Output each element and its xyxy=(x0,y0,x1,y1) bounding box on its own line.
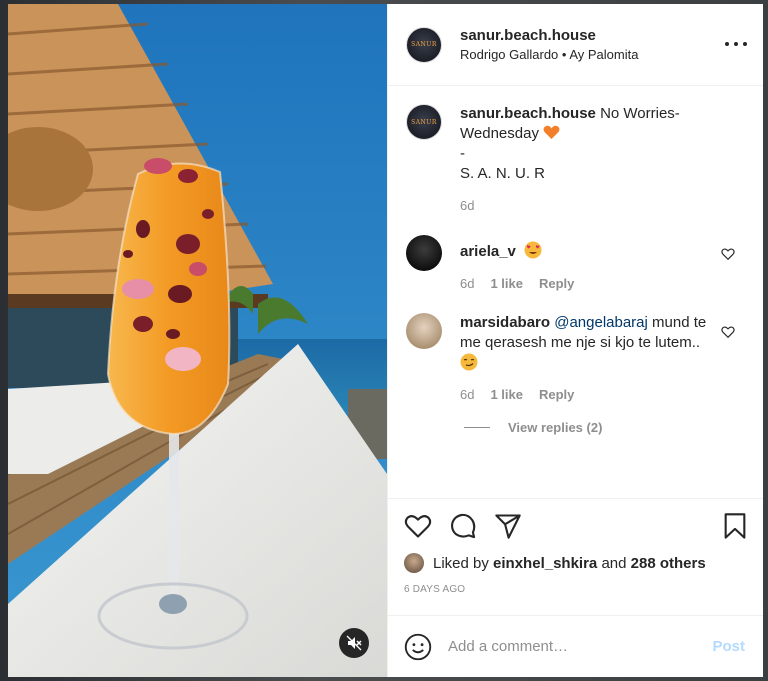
post-side-panel: SANUR sanur.beach.house Rodrigo Gallardo… xyxy=(387,4,763,677)
header-text: sanur.beach.house Rodrigo Gallardo • Ay … xyxy=(460,27,638,62)
caption-line3: S. A. N. U. R xyxy=(460,165,546,182)
comment-like-heart-icon[interactable] xyxy=(721,325,735,339)
post-button[interactable]: Post xyxy=(712,638,745,655)
comment-avatar[interactable] xyxy=(406,235,442,271)
mute-icon xyxy=(346,635,362,651)
comment-likes[interactable]: 1 like xyxy=(490,276,523,291)
comment-like-heart-icon[interactable] xyxy=(721,247,735,261)
avatar-logo: SANUR xyxy=(411,41,437,48)
heart-icon[interactable] xyxy=(404,512,432,540)
caption-author[interactable]: sanur.beach.house xyxy=(460,105,596,122)
heart-eyes-icon xyxy=(524,241,542,259)
smirk-icon xyxy=(460,353,478,371)
comment-time[interactable]: 6d xyxy=(460,276,474,291)
caption: SANUR sanur.beach.house No Worries-Wedne… xyxy=(406,104,745,213)
comment-likes[interactable]: 1 like xyxy=(490,387,523,402)
caption-text: sanur.beach.house No Worries-Wednesday -… xyxy=(460,104,745,184)
comment-item: marsidabaro @angelabaraj mund te me qera… xyxy=(406,313,745,402)
caption-line2: - xyxy=(460,145,465,162)
likes-others-button[interactable]: 288 others xyxy=(631,555,706,572)
comment-time[interactable]: 6d xyxy=(460,387,474,402)
likes-middle: and xyxy=(601,554,627,572)
liker-username[interactable]: einxhel_shkira xyxy=(493,555,597,572)
post-timestamp[interactable]: 6 DAYS AGO xyxy=(404,584,749,595)
comment-text: marsidabaro @angelabaraj mund te me qera… xyxy=(460,313,745,373)
post-modal: SANUR sanur.beach.house Rodrigo Gallardo… xyxy=(8,4,763,677)
view-replies-label: View replies (2) xyxy=(508,420,603,435)
orange-heart-icon xyxy=(543,125,560,139)
comment-text: ariela_v xyxy=(460,241,745,262)
share-icon[interactable] xyxy=(494,512,522,540)
caption-meta: 6d xyxy=(460,198,745,213)
more-options-button[interactable] xyxy=(725,34,747,54)
post-media[interactable] xyxy=(8,4,387,677)
view-replies-button[interactable]: View replies (2) xyxy=(464,420,745,435)
more-icon-dot xyxy=(734,42,738,46)
comment-meta: 6d 1 like Reply xyxy=(460,276,745,291)
bookmark-icon[interactable] xyxy=(721,512,749,540)
media-illustration xyxy=(8,4,387,677)
add-comment-bar: Post xyxy=(388,615,763,677)
emoji-icon[interactable] xyxy=(404,633,432,661)
caption-body: sanur.beach.house No Worries-Wednesday -… xyxy=(460,104,745,213)
reply-button[interactable]: Reply xyxy=(539,276,574,291)
post-actions: Liked by einxhel_shkira and 288 others 6… xyxy=(388,498,763,615)
comment-mention[interactable]: @angelabaraj xyxy=(554,314,648,331)
comment-input[interactable] xyxy=(448,638,713,655)
likes-prefix: Liked by xyxy=(433,554,489,572)
more-icon xyxy=(725,42,729,46)
comment-author[interactable]: ariela_v xyxy=(460,243,516,260)
comment-item: ariela_v 6d 1 like Reply xyxy=(406,235,745,291)
comment-icon[interactable] xyxy=(449,512,477,540)
comments-section: SANUR sanur.beach.house No Worries-Wedne… xyxy=(388,86,763,498)
comment-meta: 6d 1 like Reply xyxy=(460,387,745,402)
author-avatar[interactable]: SANUR xyxy=(406,26,442,63)
author-username[interactable]: sanur.beach.house xyxy=(460,27,638,44)
post-header: SANUR sanur.beach.house Rodrigo Gallardo… xyxy=(388,4,763,86)
action-row xyxy=(404,511,749,541)
mute-button[interactable] xyxy=(339,628,369,658)
comment-body: ariela_v 6d 1 like Reply xyxy=(460,235,745,291)
caption-avatar[interactable]: SANUR xyxy=(406,104,442,140)
likes-summary: Liked by einxhel_shkira and 288 others xyxy=(404,553,749,573)
comment-avatar[interactable] xyxy=(406,313,442,349)
more-icon-dot xyxy=(743,42,747,46)
caption-time[interactable]: 6d xyxy=(460,198,474,213)
caption-avatar-logo: SANUR xyxy=(411,118,437,126)
reply-button[interactable]: Reply xyxy=(539,387,574,402)
audio-attribution[interactable]: Rodrigo Gallardo • Ay Palomita xyxy=(460,47,638,62)
view-replies-line xyxy=(464,427,490,428)
comment-author[interactable]: marsidabaro xyxy=(460,314,550,331)
liker-avatar[interactable] xyxy=(404,553,424,573)
comment-body: marsidabaro @angelabaraj mund te me qera… xyxy=(460,313,745,402)
